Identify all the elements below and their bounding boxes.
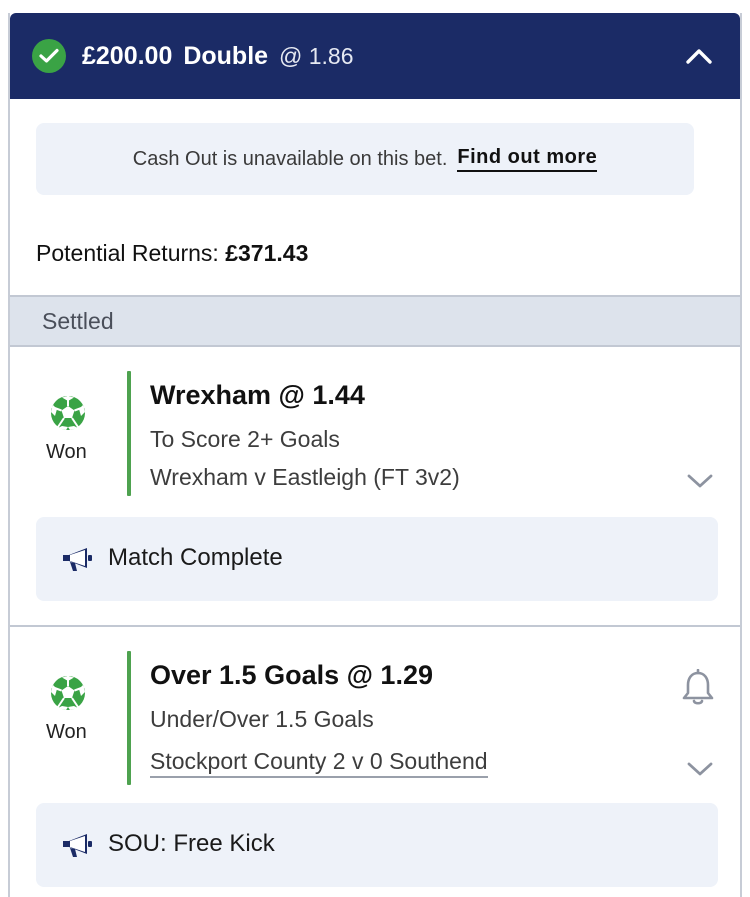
chevron-up-icon[interactable]	[684, 43, 714, 69]
football-icon	[51, 396, 85, 430]
find-out-more-link[interactable]: Find out more	[457, 146, 598, 172]
selection-event-link[interactable]: Stockport County 2 v 0 Southend	[150, 748, 488, 778]
megaphone-icon	[63, 548, 92, 571]
leg-status: Won	[46, 441, 87, 463]
chevron-down-icon[interactable]	[686, 760, 714, 778]
bet-header[interactable]: £200.00 Double @ 1.86	[10, 13, 740, 99]
bet-stake: £200.00	[82, 42, 173, 70]
selection-event: Wrexham v Eastleigh (FT 3v2)	[150, 464, 460, 490]
bet-leg: Won Over 1.5 Goals @ 1.29 Under/Over 1.5…	[10, 629, 740, 897]
match-update-text: SOU: Free Kick	[108, 830, 275, 857]
bet-leg: Won Wrexham @ 1.44 To Score 2+ Goals Wre…	[10, 349, 740, 627]
selection-market: To Score 2+ Goals	[150, 426, 340, 452]
bell-icon[interactable]	[680, 669, 716, 707]
result-bar	[127, 371, 131, 496]
settled-section-header: Settled	[10, 295, 740, 347]
megaphone-icon	[63, 834, 92, 857]
check-icon	[32, 39, 66, 73]
match-update-text: Match Complete	[108, 544, 283, 571]
chevron-down-icon[interactable]	[686, 472, 714, 490]
result-bar	[127, 651, 131, 785]
leg-status: Won	[46, 721, 87, 743]
match-update-box: Match Complete	[36, 517, 718, 601]
selection-title: Over 1.5 Goals @ 1.29	[150, 660, 433, 690]
selection-title: Wrexham @ 1.44	[150, 380, 365, 410]
potential-returns: Potential Returns: £371.43	[36, 240, 308, 267]
match-update-box: SOU: Free Kick	[36, 803, 718, 887]
bet-type: Double	[183, 42, 269, 70]
returns-amount: £371.43	[225, 240, 309, 266]
football-icon	[51, 676, 85, 710]
returns-label: Potential Returns:	[36, 240, 219, 266]
bet-card: £200.00 Double @ 1.86 Cash Out is unavai…	[8, 13, 742, 897]
cashout-info: Cash Out is unavailable on this bet. Fin…	[36, 123, 694, 195]
cashout-message: Cash Out is unavailable on this bet.	[132, 147, 448, 170]
bet-odds: @ 1.86	[279, 43, 354, 69]
section-label: Settled	[42, 308, 114, 334]
selection-market: Under/Over 1.5 Goals	[150, 706, 374, 732]
bet-summary: £200.00 Double @ 1.86	[82, 42, 354, 71]
